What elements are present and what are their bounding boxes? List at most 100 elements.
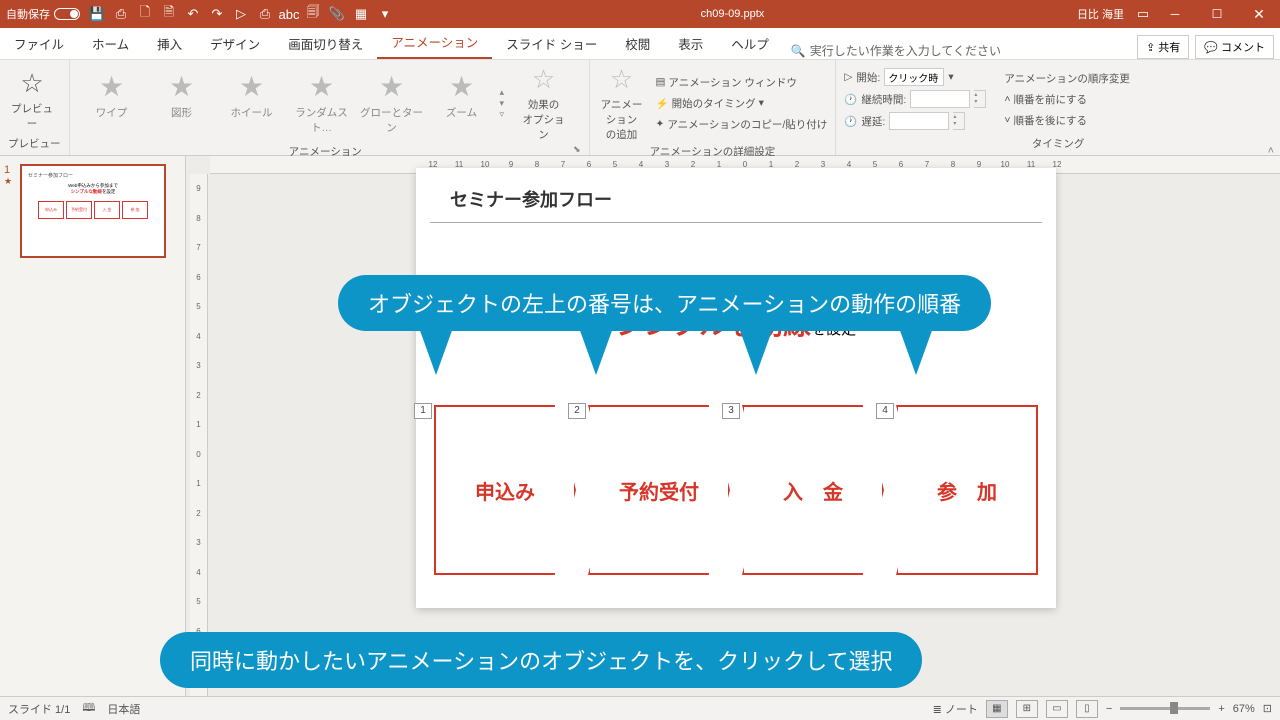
qat-more-icon[interactable]: ▾	[374, 3, 396, 25]
tab-slideshow[interactable]: スライド ショー	[492, 28, 611, 59]
slide-thumbnail[interactable]: 1 ★ セミナー参加フロー Web申込みから参加までシンプルな動線を設定 申込み…	[4, 164, 181, 258]
flow-step[interactable]: 3入 金	[742, 405, 884, 575]
qat-icon[interactable]: 📎	[326, 3, 348, 25]
close-button[interactable]: ✕	[1238, 0, 1280, 28]
anim-grow[interactable]: ★グローとターン	[358, 71, 426, 135]
tab-home[interactable]: ホーム	[78, 28, 143, 59]
trigger-button[interactable]: ⚡開始のタイミング ▾	[656, 94, 828, 113]
start-select[interactable]	[884, 68, 944, 86]
star-icon: ★	[96, 71, 128, 103]
sorter-view-button[interactable]: ⊞	[1016, 700, 1038, 718]
animation-pane-button[interactable]: ▤アニメーション ウィンドウ	[656, 73, 828, 92]
maximize-button[interactable]: ☐	[1196, 0, 1238, 28]
share-button[interactable]: ⇪共有	[1137, 35, 1189, 59]
move-later-button[interactable]: ˅順番を後にする	[1004, 111, 1130, 130]
ribbon-options-icon[interactable]: ▭	[1132, 3, 1154, 25]
tab-design[interactable]: デザイン	[196, 28, 274, 59]
anim-random[interactable]: ★ランダムスト…	[288, 71, 356, 135]
thumb-preview: セミナー参加フロー Web申込みから参加までシンプルな動線を設定 申込み 予約受…	[20, 164, 166, 258]
callout-tail-icon	[898, 325, 934, 375]
anim-wheel[interactable]: ★ホイール	[218, 71, 286, 135]
star-icon: ★	[236, 71, 268, 103]
tab-review[interactable]: 校閲	[611, 28, 664, 59]
user-name[interactable]: 日比 海里	[1069, 6, 1132, 22]
save-icon[interactable]: 💾	[86, 3, 108, 25]
qat-icon[interactable]: 🗎	[158, 3, 180, 25]
group-advanced: ☆ アニメーション の追加 ▤アニメーション ウィンドウ ⚡開始のタイミング ▾…	[590, 60, 837, 155]
effect-options-button[interactable]: ☆ 効果の オプション	[520, 64, 568, 142]
duration-input[interactable]	[910, 90, 970, 108]
anim-zoom[interactable]: ★ズーム	[428, 71, 496, 135]
clock-icon: 🕐	[844, 115, 857, 128]
reading-view-button[interactable]: ▭	[1046, 700, 1068, 718]
gallery-expand[interactable]: ▴▾▿	[500, 83, 516, 124]
animation-painter-button[interactable]: ✦アニメーションのコピー/貼り付け	[656, 115, 828, 134]
spinner-icon[interactable]: ▴▾	[974, 90, 986, 108]
zoom-slider[interactable]	[1120, 707, 1210, 710]
tell-me-search[interactable]: 🔍 実行したい作業を入力してください	[783, 42, 1009, 59]
slide-title: セミナー参加フロー	[430, 168, 1042, 223]
flow-step[interactable]: 2予約受付	[588, 405, 730, 575]
language-indicator[interactable]: 日本語	[107, 701, 140, 717]
tab-file[interactable]: ファイル	[0, 28, 78, 59]
dropdown-icon[interactable]: ▾	[948, 71, 953, 83]
dialog-launcher-icon[interactable]: ⬊	[573, 144, 581, 155]
add-animation-button[interactable]: ☆ アニメーション の追加	[598, 64, 646, 142]
zoom-out-button[interactable]: −	[1106, 703, 1112, 715]
comment-icon: 💬	[1204, 41, 1218, 54]
normal-view-button[interactable]: ▦	[986, 700, 1008, 718]
tell-me-placeholder: 実行したい作業を入力してください	[810, 42, 1001, 59]
anim-wipe[interactable]: ★ワイプ	[78, 71, 146, 135]
document-title: ch09-09.pptx	[396, 8, 1069, 20]
move-earlier-button[interactable]: ˄順番を前にする	[1004, 90, 1130, 109]
qat-icon[interactable]: abc	[278, 3, 300, 25]
zoom-level[interactable]: 67%	[1233, 703, 1255, 715]
spell-check-icon[interactable]: 🕮	[82, 699, 95, 718]
preview-button[interactable]: ☆ プレビュー	[8, 68, 56, 131]
delay-input[interactable]	[889, 112, 949, 130]
qat-icon[interactable]: ⎙	[110, 3, 132, 25]
anim-shape[interactable]: ★図形	[148, 71, 216, 135]
slideshow-view-button[interactable]: ▯	[1076, 700, 1098, 718]
fit-window-button[interactable]: ⊡	[1263, 702, 1272, 715]
autosave-toggle[interactable]: 自動保存	[0, 6, 86, 22]
tab-view[interactable]: 表示	[664, 28, 717, 59]
notes-button[interactable]: ≣ ノート	[933, 701, 978, 717]
animation-order-tag: 2	[568, 403, 586, 419]
tab-animations[interactable]: アニメーション	[377, 26, 492, 59]
ribbon-tabs: ファイル ホーム 挿入 デザイン 画面切り替え アニメーション スライド ショー…	[0, 28, 1280, 60]
minimize-button[interactable]: ─	[1154, 0, 1196, 28]
brush-icon: ✦	[656, 118, 665, 130]
tutorial-callout: オブジェクトの左上の番号は、アニメーションの動作の順番	[338, 275, 991, 331]
spinner-icon[interactable]: ▴▾	[953, 112, 965, 130]
callout-tail-icon	[418, 325, 454, 375]
qat-icon[interactable]: ▷	[230, 3, 252, 25]
status-bar: スライド 1/1 🕮 日本語 ≣ ノート ▦ ⊞ ▭ ▯ − + 67% ⊡	[0, 696, 1280, 720]
qat-icon[interactable]: 🗋	[134, 3, 156, 25]
reorder-label: アニメーションの順序変更	[1004, 69, 1130, 88]
flow-diagram: 1申込み 2予約受付 3入 金 4参 加	[416, 393, 1056, 587]
vertical-ruler: 98765432101234567	[190, 174, 208, 696]
animation-order-tag: 1	[414, 403, 432, 419]
undo-icon[interactable]: ↶	[182, 3, 204, 25]
zoom-in-button[interactable]: +	[1218, 703, 1224, 715]
redo-icon[interactable]: ↷	[206, 3, 228, 25]
star-icon: ★	[306, 71, 338, 103]
autosave-label: 自動保存	[6, 6, 50, 22]
qat-icon[interactable]: ▦	[350, 3, 372, 25]
slide-counter[interactable]: スライド 1/1	[8, 701, 70, 717]
start-timing: ▷開始:▾	[844, 67, 986, 87]
star-plus-icon: ☆	[598, 64, 646, 95]
tab-insert[interactable]: 挿入	[143, 28, 196, 59]
flow-step[interactable]: 1申込み	[434, 405, 576, 575]
tab-transitions[interactable]: 画面切り替え	[274, 28, 377, 59]
qat-icon[interactable]: 🗐	[302, 3, 324, 25]
comment-button[interactable]: 💬コメント	[1195, 35, 1274, 59]
animation-gallery[interactable]: ★ワイプ ★図形 ★ホイール ★ランダムスト… ★グローとターン ★ズーム	[78, 71, 496, 135]
down-icon: ˅	[1004, 114, 1010, 126]
tab-help[interactable]: ヘルプ	[717, 28, 783, 59]
group-animation: ★ワイプ ★図形 ★ホイール ★ランダムスト… ★グローとターン ★ズーム ▴▾…	[70, 60, 590, 155]
slide-canvas[interactable]: セミナー参加フロー シンプルな動線を設定 1申込み 2予約受付 3入 金 4参 …	[416, 168, 1056, 608]
qat-icon[interactable]: ⎙	[254, 3, 276, 25]
flow-step[interactable]: 4参 加	[896, 405, 1038, 575]
